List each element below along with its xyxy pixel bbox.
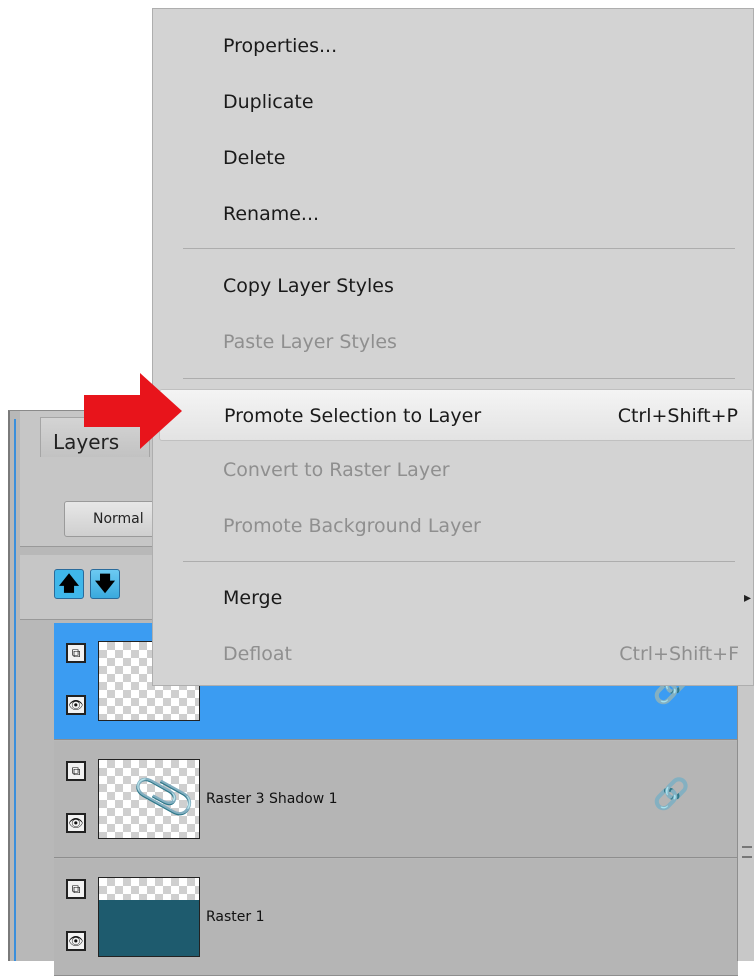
menu-item-promote-selection-to-layer[interactable]: Promote Selection to Layer Ctrl+Shift+P bbox=[159, 389, 753, 441]
menu-item-label: Delete bbox=[223, 147, 286, 169]
menu-separator bbox=[183, 248, 735, 249]
menu-item-shortcut: Ctrl+Shift+F bbox=[619, 643, 739, 665]
menu-item-label: Promote Background Layer bbox=[223, 515, 481, 537]
layer-row[interactable]: ⧉ 👁 Raster 1 bbox=[54, 859, 738, 976]
menu-item-label: Defloat bbox=[223, 643, 293, 665]
layer-thumbnail: 📎 bbox=[98, 759, 200, 839]
menu-item-paste-layer-styles[interactable]: Paste Layer Styles bbox=[153, 316, 753, 368]
menu-item-label: Paste Layer Styles bbox=[223, 331, 397, 353]
layer-name: Raster 1 bbox=[206, 909, 265, 925]
menu-item-label: Rename... bbox=[223, 203, 320, 225]
move-layer-up-button[interactable]: 🡅 bbox=[54, 569, 84, 599]
menu-item-rename[interactable]: Rename... bbox=[153, 188, 753, 240]
panel-accent-line bbox=[14, 419, 16, 961]
layer-thumbnail bbox=[98, 877, 200, 957]
menu-item-label: Merge bbox=[223, 587, 283, 609]
menu-item-shortcut: Ctrl+Shift+P bbox=[617, 405, 738, 427]
paperclip-icon: 📎 bbox=[130, 763, 200, 830]
layer-group-icon[interactable]: ⧉ bbox=[66, 761, 86, 781]
blend-mode-dropdown[interactable]: Normal bbox=[64, 501, 166, 537]
menu-item-convert-to-raster-layer[interactable]: Convert to Raster Layer bbox=[153, 444, 753, 496]
thumbnail-texture bbox=[99, 900, 199, 956]
menu-item-properties[interactable]: Properties... bbox=[153, 20, 753, 72]
menu-item-promote-background-layer[interactable]: Promote Background Layer bbox=[153, 500, 753, 552]
layer-name: Raster 3 Shadow 1 bbox=[206, 791, 338, 807]
menu-item-label: Promote Selection to Layer bbox=[224, 405, 482, 427]
arrow-down-icon: 🡇 bbox=[94, 571, 116, 595]
menu-item-label: Duplicate bbox=[223, 91, 314, 113]
visibility-eye-icon[interactable]: 👁 bbox=[66, 695, 86, 715]
layer-group-icon[interactable]: ⧉ bbox=[66, 879, 86, 899]
menu-item-copy-layer-styles[interactable]: Copy Layer Styles bbox=[153, 260, 753, 312]
move-layer-down-button[interactable]: 🡇 bbox=[90, 569, 120, 599]
menu-item-defloat[interactable]: Defloat Ctrl+Shift+F bbox=[153, 628, 753, 680]
layer-group-icon[interactable]: ⧉ bbox=[66, 643, 86, 663]
visibility-eye-icon[interactable]: 👁 bbox=[66, 931, 86, 951]
scrollbar-grip[interactable] bbox=[742, 846, 752, 858]
menu-separator bbox=[183, 378, 735, 379]
visibility-eye-icon[interactable]: 👁 bbox=[66, 813, 86, 833]
link-icon[interactable]: 🔗 bbox=[653, 777, 690, 812]
layer-context-menu: Properties... Duplicate Delete Rename...… bbox=[152, 8, 754, 686]
arrow-up-icon: 🡅 bbox=[58, 571, 80, 595]
menu-item-duplicate[interactable]: Duplicate bbox=[153, 76, 753, 128]
menu-separator bbox=[183, 561, 735, 562]
red-pointer-arrow-icon bbox=[84, 373, 182, 449]
submenu-arrow-icon: ▸ bbox=[743, 590, 751, 606]
menu-item-merge[interactable]: Merge ▸ bbox=[153, 572, 753, 624]
menu-item-label: Properties... bbox=[223, 35, 338, 57]
menu-item-label: Convert to Raster Layer bbox=[223, 459, 450, 481]
menu-item-label: Copy Layer Styles bbox=[223, 275, 394, 297]
menu-item-delete[interactable]: Delete bbox=[153, 132, 753, 184]
layer-row[interactable]: ⧉ 👁 📎 Raster 3 Shadow 1 🔗 bbox=[54, 741, 738, 858]
